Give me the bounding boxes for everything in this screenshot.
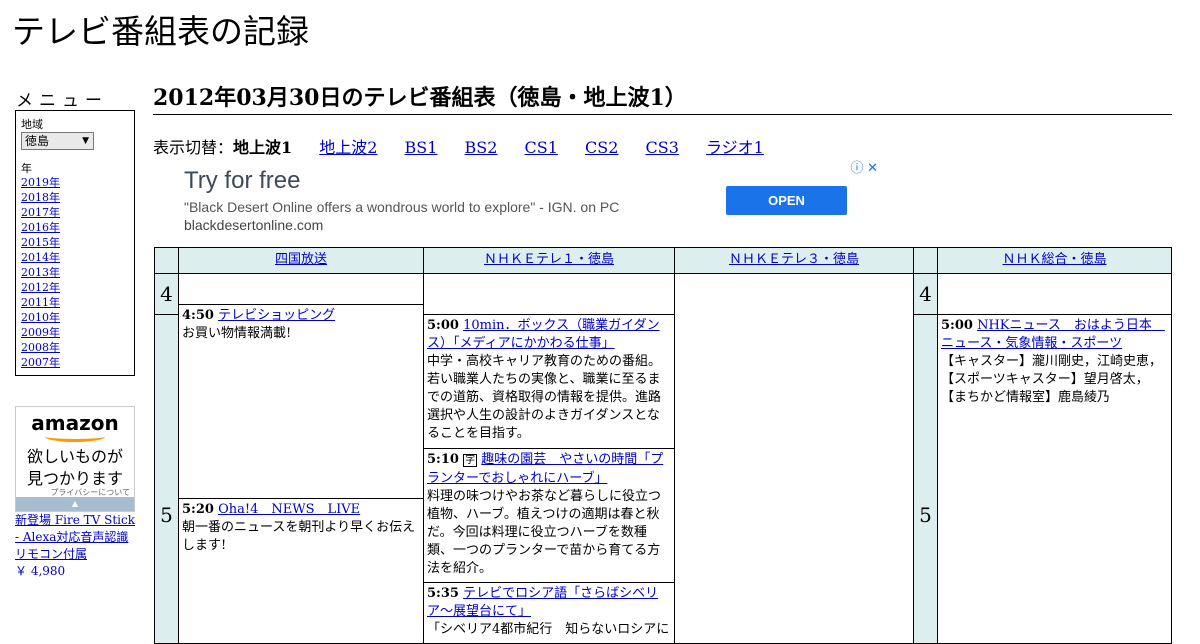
amazon-logo: amazon <box>31 411 119 435</box>
program-title-link[interactable]: Oha!4 NEWS LIVE <box>218 502 360 517</box>
empty-slot <box>937 273 1172 315</box>
amazon-message-line1: 欲しいものが <box>26 447 123 466</box>
channel-link-etele1[interactable]: ＮＨＫＥテレ１・徳島 <box>484 252 614 267</box>
program-title-link[interactable]: NHKニュース おはよう日本 ニュース・気象情報・スポーツ <box>941 318 1165 351</box>
channel-header-shikoku: 四国放送 <box>178 247 424 274</box>
channel-link-shikoku[interactable]: 四国放送 <box>275 252 327 267</box>
program-cell: 5:00 NHKニュース おはよう日本 ニュース・気象情報・スポーツ 【キャスタ… <box>937 314 1172 644</box>
amazon-product-link[interactable]: 新登場 Fire TV Stick - Alexa対応音声認識リモコン付属 <box>15 512 135 563</box>
header-corner-mid <box>913 247 938 274</box>
region-select[interactable]: 徳島 ▼ <box>21 132 94 150</box>
year-link-2008[interactable]: 2008年 <box>21 340 60 355</box>
amazon-product-price: ￥ 4,980 <box>15 564 66 578</box>
program-time: 4:50 <box>182 308 214 323</box>
chevron-up-icon: ▲ <box>71 499 79 508</box>
program-time: 5:10 <box>427 452 459 467</box>
ad-banner[interactable]: Try for free "Black Desert Online offers… <box>153 157 880 245</box>
program-cell: 4:50 テレビショッピング お買い物情報満載! <box>178 304 424 499</box>
channel-switcher: 表示切替：地上波1 地上波2 BS1 BS2 CS1 CS2 CS3 ラジオ1 <box>153 134 764 158</box>
amazon-ad-bar: ▲ <box>16 497 134 511</box>
program-title-link[interactable]: テレビショッピング <box>218 308 335 323</box>
switcher-link-cs1[interactable]: CS1 <box>525 138 558 157</box>
year-link-2012[interactable]: 2012年 <box>21 280 60 295</box>
menu-label: メニュー <box>16 91 108 111</box>
program-time: 5:00 <box>941 318 973 333</box>
switcher-link-cs3[interactable]: CS3 <box>646 138 679 157</box>
year-link-2009[interactable]: 2009年 <box>21 325 60 340</box>
program-description: 「シベリア4都市紀行 知らないロシアに <box>427 622 670 637</box>
empty-slot <box>423 273 675 315</box>
year-link-2019[interactable]: 2019年 <box>21 175 60 190</box>
channel-header-etele1: ＮＨＫＥテレ１・徳島 <box>423 247 675 274</box>
hour-cell-5-left: 5 <box>154 314 179 644</box>
switcher-link-radio1[interactable]: ラジオ1 <box>706 138 764 157</box>
program-cell: 5:00 10min．ボックス（職業ガイダンス）「メディアにかかわる仕事」 中学… <box>423 314 675 449</box>
program-time: 5:35 <box>427 586 459 601</box>
year-link-2011[interactable]: 2011年 <box>21 295 60 310</box>
program-description: 【キャスター】瀧川剛史，江崎史恵，【スポーツキャスター】望月啓太，【まちかど情報… <box>941 354 1163 405</box>
program-title-link[interactable]: テレビでロシア語「さらばシベリア～展望台にて」 <box>427 586 658 619</box>
year-link-2018[interactable]: 2018年 <box>21 190 60 205</box>
year-link-2016[interactable]: 2016年 <box>21 220 60 235</box>
program-cell: 5:35 テレビでロシア語「さらばシベリア～展望台にて」 「シベリア4都市紀行 … <box>423 582 675 644</box>
year-link-2014[interactable]: 2014年 <box>21 250 60 265</box>
switcher-link-cs2[interactable]: CS2 <box>585 138 618 157</box>
menu-box: 地域 徳島 ▼ 年 2019年 2018年 2017年 2016年 2015年 … <box>15 110 135 376</box>
channel-header-nhk-sogo: ＮＨＫ総合・徳島 <box>937 247 1172 274</box>
year-list: 2019年 2018年 2017年 2016年 2015年 2014年 2013… <box>21 175 60 370</box>
empty-slot <box>674 273 914 644</box>
region-label: 地域 <box>21 118 43 131</box>
hour-cell-4-left: 4 <box>154 273 179 315</box>
header-corner-left <box>154 247 179 274</box>
program-time: 5:00 <box>427 318 459 333</box>
year-label: 年 <box>21 162 32 175</box>
hour-cell-5-mid: 5 <box>913 314 938 644</box>
switcher-label: 表示切替： <box>153 138 234 157</box>
program-cell: 5:10 字 趣味の園芸 やさいの時間「プランターでおしゃれにハーブ」 料理の味… <box>423 448 675 583</box>
switcher-link-terrestrial2[interactable]: 地上波2 <box>319 138 377 157</box>
page-title: 2012年03月30日のテレビ番組表（徳島・地上波1） <box>153 84 1172 115</box>
program-description: 中学・高校キャリア教育のための番組。若い職業人たちの実像と、職業に至るまでの道筋… <box>427 354 662 441</box>
program-title-link[interactable]: 10min．ボックス（職業ガイダンス）「メディアにかかわる仕事」 <box>427 318 660 351</box>
channel-link-nhk-sogo[interactable]: ＮＨＫ総合・徳島 <box>1002 252 1106 267</box>
program-description: お買い物情報満載! <box>182 326 292 341</box>
year-link-2007[interactable]: 2007年 <box>21 355 60 370</box>
switcher-link-bs1[interactable]: BS1 <box>405 138 438 157</box>
year-link-2010[interactable]: 2010年 <box>21 310 60 325</box>
region-select-value: 徳島 <box>25 134 50 148</box>
site-title: テレビ番組表の記録 <box>12 12 309 51</box>
ad-description: "Black Desert Online offers a wondrous w… <box>184 199 620 215</box>
program-cell: 5:20 Oha!4 NEWS LIVE 朝一番のニュースを朝刊より早くお伝えし… <box>178 498 424 644</box>
channel-header-etele3: ＮＨＫＥテレ３・徳島 <box>674 247 914 274</box>
program-description: 料理の味つけやお茶など暮らしに役立つ植物、ハーブ。植えつけの適期は春と秋だ。今回… <box>427 489 662 576</box>
hour-cell-4-mid: 4 <box>913 273 938 315</box>
dropdown-arrow-icon: ▼ <box>82 136 89 146</box>
ad-info-icon[interactable]: ⓘ <box>850 160 863 175</box>
program-time: 5:20 <box>182 502 214 517</box>
ad-open-button[interactable]: OPEN <box>726 186 847 215</box>
subtitle-badge-icon: 字 <box>463 454 478 467</box>
ad-close-icon[interactable]: ✕ <box>867 160 878 175</box>
year-link-2015[interactable]: 2015年 <box>21 235 60 250</box>
year-link-2013[interactable]: 2013年 <box>21 265 60 280</box>
program-description: 朝一番のニュースを朝刊より早くお伝えします! <box>182 520 416 553</box>
switcher-link-bs2[interactable]: BS2 <box>465 138 498 157</box>
amazon-ad[interactable]: amazon 欲しいものが 見つかります プライバシーについて ▲ <box>15 406 135 512</box>
empty-slot <box>178 273 424 305</box>
switcher-current: 地上波1 <box>233 138 293 157</box>
year-link-2017[interactable]: 2017年 <box>21 205 60 220</box>
ad-url[interactable]: blackdesertonline.com <box>184 217 323 233</box>
ad-headline[interactable]: Try for free <box>184 167 300 195</box>
channel-link-etele3[interactable]: ＮＨＫＥテレ３・徳島 <box>729 252 859 267</box>
